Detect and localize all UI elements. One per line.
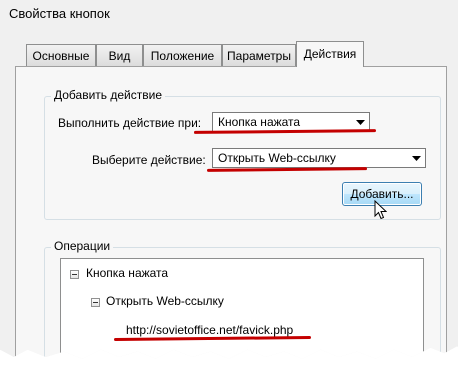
add-action-legend: Добавить действие (51, 88, 165, 102)
tab-view[interactable]: Вид (96, 44, 143, 66)
trigger-value: Кнопка нажата (218, 115, 301, 129)
action-dropdown[interactable]: Открыть Web-ссылку (212, 148, 426, 168)
operations-tree[interactable]: Кнопка нажата Открыть Web-ссылку http://… (60, 258, 424, 359)
tab-parameters[interactable]: Параметры (222, 44, 296, 66)
tab-label: Действия (303, 47, 357, 61)
action-value: Открыть Web-ссылку (218, 151, 336, 165)
tab-label: Параметры (227, 49, 291, 63)
minus-box-icon[interactable] (91, 298, 100, 307)
tree-node-action[interactable]: Открыть Web-ссылку (106, 294, 224, 308)
properties-dialog: Свойства кнопок Основные Вид Положение П… (0, 0, 458, 359)
tree-node-trigger[interactable]: Кнопка нажата (86, 266, 168, 280)
tree-node-url[interactable]: http://sovietoffice.net/favick.php (126, 323, 293, 337)
mouse-pointer-icon (374, 200, 387, 220)
tab-position[interactable]: Положение (143, 44, 222, 66)
operations-legend: Операции (51, 239, 114, 253)
tab-label: Положение (150, 49, 215, 63)
tab-general[interactable]: Основные (26, 44, 96, 66)
chevron-down-icon[interactable] (408, 150, 424, 166)
action-label: Выберите действие: (92, 153, 206, 167)
tab-label: Вид (108, 49, 131, 63)
window-title: Свойства кнопок (9, 6, 110, 21)
tab-label: Основные (32, 49, 90, 63)
tab-actions[interactable]: Действия (296, 41, 364, 67)
trigger-label: Выполнить действие при: (58, 116, 202, 130)
minus-box-icon[interactable] (70, 270, 79, 279)
chevron-down-icon[interactable] (352, 114, 368, 130)
